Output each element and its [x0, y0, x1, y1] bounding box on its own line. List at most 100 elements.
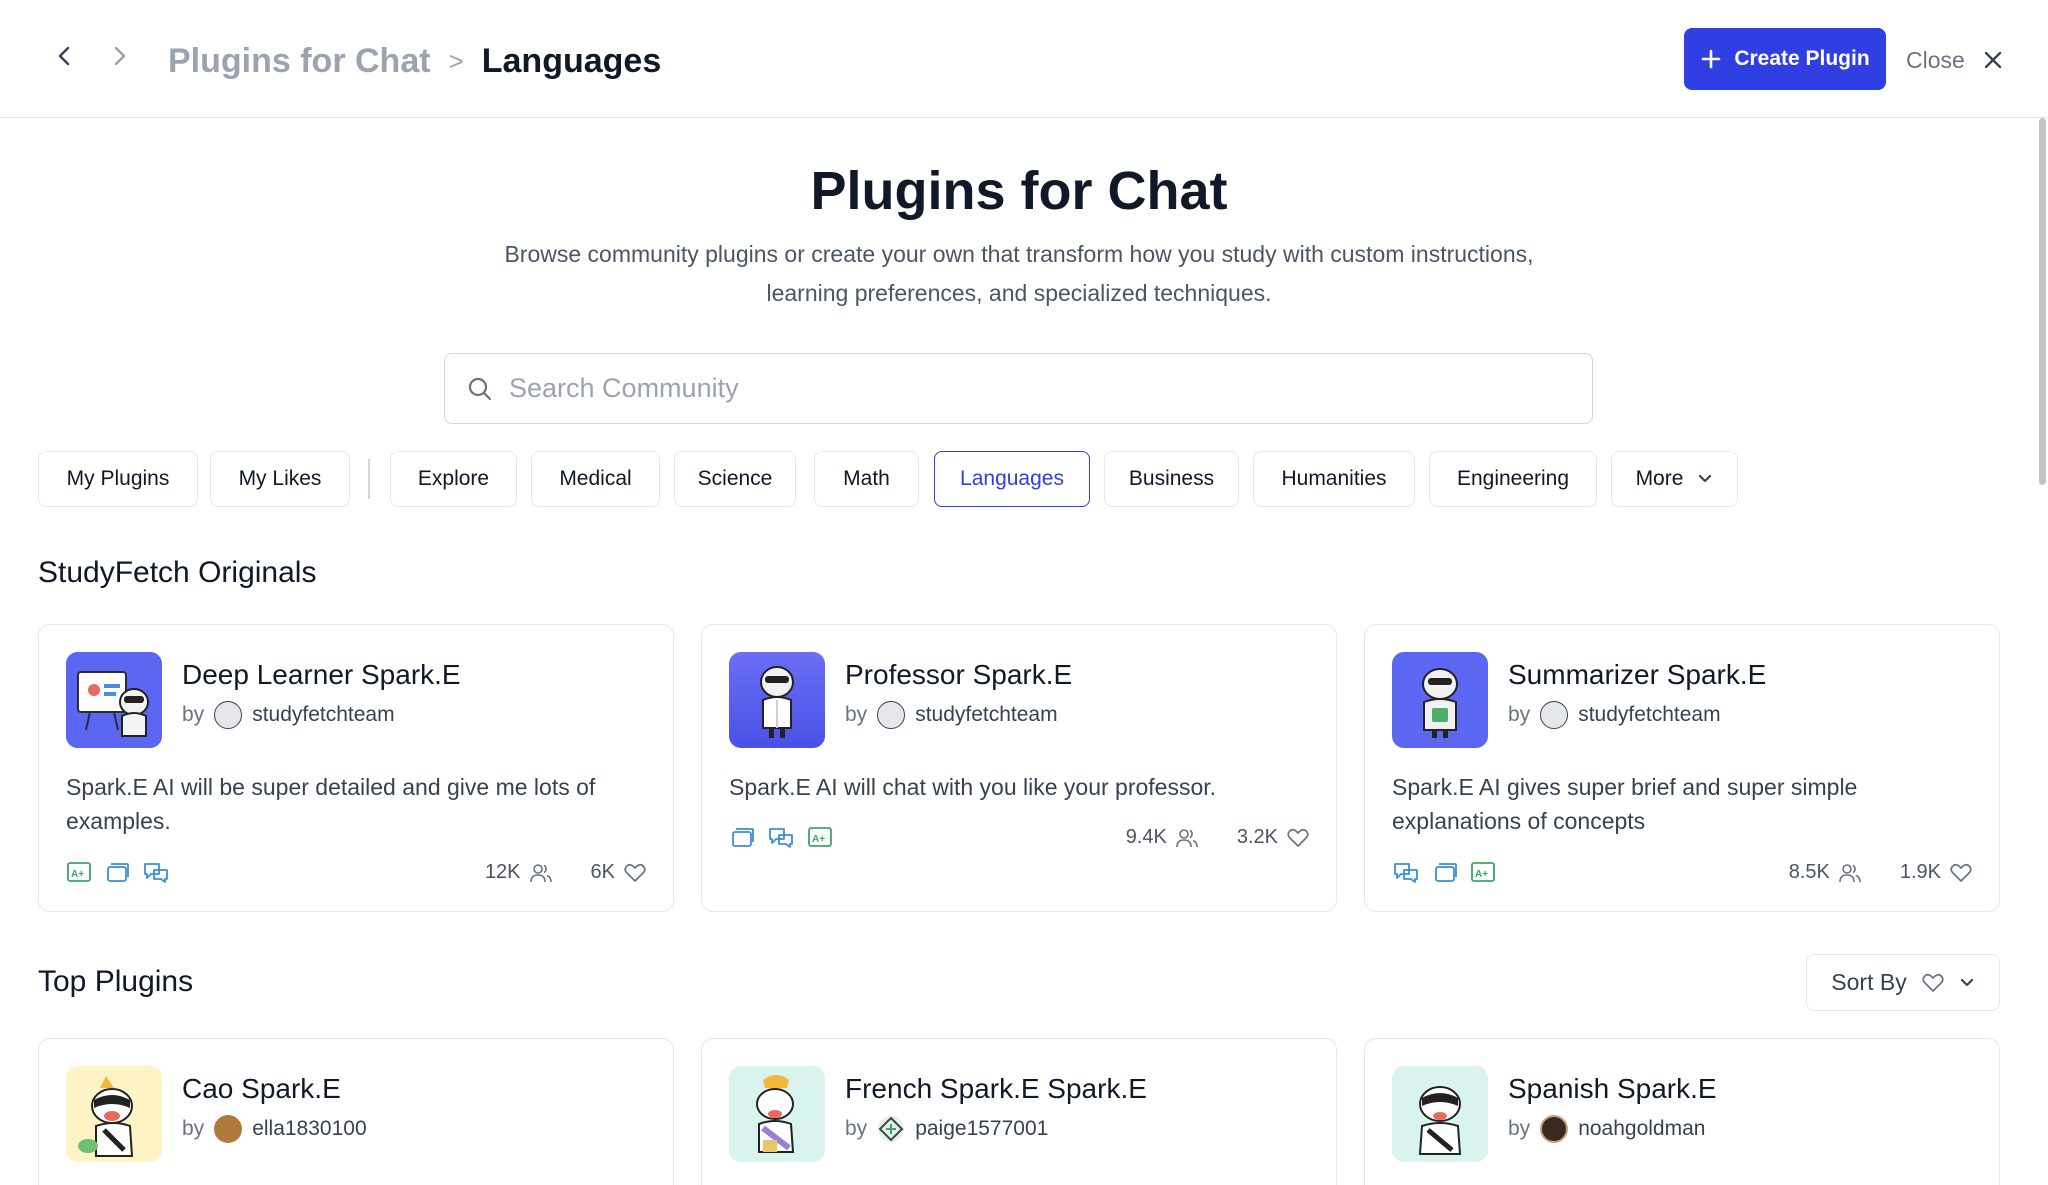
author-avatar	[214, 1115, 243, 1143]
author-avatar	[1540, 701, 1569, 729]
tab-more-label: More	[1635, 467, 1684, 490]
feature-icons: A+	[66, 860, 170, 884]
plugin-avatar	[729, 652, 825, 748]
plugin-card[interactable]: Cao Spark.E by ella1830100	[38, 1038, 674, 1185]
plugin-author-row: by studyfetchteam	[182, 701, 395, 729]
author-avatar	[1540, 1115, 1569, 1143]
plugin-avatar	[729, 1066, 825, 1162]
tab-my-likes[interactable]: My Likes	[210, 451, 350, 507]
author-avatar	[878, 1116, 905, 1142]
plugin-name: Summarizer Spark.E	[1508, 659, 1767, 690]
breadcrumb-separator: >	[448, 45, 464, 76]
search-box[interactable]	[444, 353, 1593, 424]
page-subtitle-line-2: learning preferences, and specialized te…	[766, 280, 1272, 306]
plugin-author-row: by ella1830100	[182, 1115, 367, 1143]
author-avatar	[214, 701, 243, 729]
users-icon	[1839, 863, 1861, 882]
plugin-avatar	[1392, 652, 1488, 748]
users-count: 9.4K	[1125, 826, 1167, 848]
plugin-author-row: by studyfetchteam	[845, 701, 1058, 729]
plugin-description: Spark.E AI will be super detailed and gi…	[66, 774, 596, 834]
mascot-cao-icon	[66, 1066, 162, 1162]
plugin-name: Professor Spark.E	[845, 659, 1073, 690]
grade-icon: A+	[67, 862, 91, 882]
feature-icons: A+	[729, 825, 833, 849]
back-button[interactable]	[46, 38, 82, 74]
svg-text:A+: A+	[812, 834, 825, 845]
plugin-card[interactable]: Deep Learner Spark.E by studyfetchteam S…	[38, 624, 674, 912]
cards-icon	[107, 863, 129, 882]
by-label: by	[182, 1117, 205, 1140]
users-icon	[1176, 828, 1198, 847]
tab-more[interactable]: More	[1611, 451, 1738, 507]
plugin-card[interactable]: French Spark.E Spark.E by paige1577001	[701, 1038, 1337, 1185]
section-title-originals: StudyFetch Originals	[38, 556, 317, 589]
heart-icon[interactable]	[623, 862, 647, 884]
breadcrumb-current: Languages	[481, 41, 662, 80]
search-icon	[468, 377, 492, 400]
plugin-author[interactable]: ella1830100	[252, 1117, 366, 1141]
tab-humanities[interactable]: Humanities	[1253, 451, 1415, 507]
plugin-author[interactable]: paige1577001	[915, 1117, 1048, 1141]
tab-explore[interactable]: Explore	[390, 451, 517, 507]
page-subtitle-line-1: Browse community plugins or create your …	[504, 241, 1534, 267]
chat-icon	[769, 828, 793, 848]
cards-icon	[732, 828, 754, 847]
tab-languages[interactable]: Languages	[934, 451, 1090, 507]
plugin-description: Spark.E AI will chat with you like your …	[729, 774, 1217, 800]
tab-engineering[interactable]: Engineering	[1429, 451, 1597, 507]
create-plugin-label: Create Plugin	[1734, 47, 1870, 70]
by-label: by	[845, 703, 868, 726]
tab-math[interactable]: Math	[814, 451, 919, 507]
heart-icon[interactable]	[1949, 862, 1973, 884]
breadcrumb-parent[interactable]: Plugins for Chat	[168, 42, 431, 81]
plugin-author[interactable]: studyfetchteam	[915, 703, 1057, 727]
grade-icon: A+	[1471, 862, 1495, 882]
likes-count: 6K	[590, 861, 615, 883]
tab-divider	[368, 459, 370, 499]
feature-icons: A+	[1392, 860, 1496, 884]
plugin-author[interactable]: noahgoldman	[1578, 1117, 1705, 1141]
scrollbar-thumb[interactable]	[2039, 118, 2046, 485]
plugin-author-row: by studyfetchteam	[1508, 701, 1721, 729]
plugin-card[interactable]: Professor Spark.E by studyfetchteam Spar…	[701, 624, 1337, 912]
tab-science[interactable]: Science	[674, 451, 796, 507]
close-icon	[1984, 51, 2002, 69]
tab-medical[interactable]: Medical	[531, 451, 660, 507]
page-subtitle: Browse community plugins or create your …	[460, 235, 1578, 313]
plugin-stats: 12K 6K	[485, 861, 647, 884]
users-count: 8.5K	[1788, 861, 1830, 883]
search-input[interactable]	[509, 373, 1509, 404]
close-button[interactable]: Close	[1906, 40, 2003, 80]
plugin-author-row: by noahgoldman	[1508, 1115, 1705, 1143]
plugin-avatar	[66, 652, 162, 748]
forward-button[interactable]	[102, 38, 138, 74]
by-label: by	[1508, 1117, 1531, 1140]
mascot-professor-icon	[729, 652, 825, 748]
likes-count: 3.2K	[1236, 826, 1278, 848]
top-bar: Plugins for Chat > Languages Create Plug…	[0, 0, 2048, 118]
sort-by-button[interactable]: Sort By	[1806, 954, 2000, 1011]
plugin-card[interactable]: Summarizer Spark.E by studyfetchteam Spa…	[1364, 624, 2000, 912]
chevron-left-icon	[58, 46, 70, 66]
plugin-author[interactable]: studyfetchteam	[252, 703, 394, 727]
plugin-stats: 8.5K 1.9K	[1789, 861, 1973, 884]
tab-business[interactable]: Business	[1104, 451, 1239, 507]
mascot-french-icon	[729, 1066, 825, 1162]
close-label: Close	[1906, 46, 1965, 73]
plugin-name: Deep Learner Spark.E	[182, 659, 461, 690]
create-plugin-button[interactable]: Create Plugin	[1684, 28, 1886, 90]
plugin-avatar	[1392, 1066, 1488, 1162]
svg-text:A+: A+	[1475, 869, 1488, 880]
plugin-description: Spark.E AI gives super brief and super s…	[1392, 774, 1858, 834]
by-label: by	[1508, 703, 1531, 726]
by-label: by	[182, 703, 205, 726]
plugin-author-row: by paige1577001	[845, 1115, 1048, 1143]
heart-icon[interactable]	[1286, 827, 1310, 849]
plugin-card[interactable]: Spanish Spark.E by noahgoldman	[1364, 1038, 2000, 1185]
chevron-down-icon	[1699, 474, 1712, 483]
tab-my-plugins[interactable]: My Plugins	[38, 451, 198, 507]
sort-by-label: Sort By	[1831, 969, 1907, 995]
plugin-author[interactable]: studyfetchteam	[1578, 703, 1720, 727]
plugin-name: French Spark.E Spark.E	[845, 1073, 1147, 1104]
